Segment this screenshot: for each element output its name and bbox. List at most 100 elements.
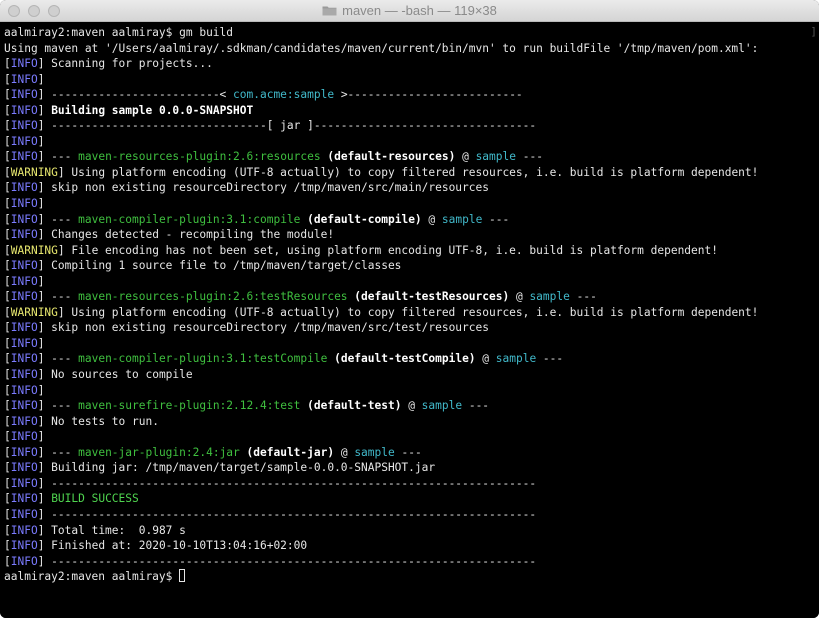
terminal-line: [WARNING] File encoding has not been set… — [4, 243, 815, 259]
terminal-line: [INFO] — [4, 383, 815, 399]
text-cursor — [179, 569, 186, 583]
terminal-line: [INFO] --- maven-compiler-plugin:3.1:com… — [4, 212, 815, 228]
terminal-segment: maven-surefire-plugin:2.12.4:test — [78, 399, 301, 413]
terminal-segment: [ — [4, 492, 11, 506]
terminal-segment: ] Total time: 0.987 s — [37, 523, 186, 537]
terminal-segment: ] Scanning for projects... — [37, 57, 213, 71]
terminal-segment: aalmiray2:maven aalmiray$ gm build — [4, 26, 234, 39]
terminal-segment: [ — [4, 321, 11, 335]
terminal-segment: ] No sources to compile — [37, 368, 193, 382]
terminal-segment: ] --------------------------------------… — [37, 476, 537, 490]
terminal-segment: INFO — [10, 352, 38, 366]
terminal-line: aalmiray2:maven aalmiray$ gm build — [4, 25, 815, 41]
terminal-segment: Building sample 0.0.0-SNAPSHOT — [51, 103, 254, 117]
terminal-segment: INFO — [10, 134, 38, 148]
terminal-segment: [ — [4, 461, 11, 475]
terminal-segment: INFO — [10, 383, 38, 397]
terminal-segment: @ — [334, 445, 355, 459]
window-title: maven — -bash — 119×38 — [342, 3, 497, 18]
terminal-segment: [ — [4, 150, 11, 164]
terminal-segment: ] — [37, 336, 45, 350]
terminal-line: [INFO] ---------------------------------… — [4, 507, 815, 523]
terminal-line: [INFO] Building sample 0.0.0-SNAPSHOT — [4, 103, 815, 119]
terminal-segment: WARNING — [10, 165, 58, 179]
terminal-segment: sample — [354, 445, 395, 459]
window-title-area: maven — -bash — 119×38 — [0, 0, 819, 21]
terminal-segment: [ — [4, 57, 11, 71]
terminal-segment: ] --- — [37, 150, 79, 164]
terminal-segment: INFO — [10, 181, 38, 195]
terminal-content[interactable]: aalmiray2:maven aalmiray$ gm build Using … — [0, 22, 819, 618]
terminal-segment: (default-test) — [307, 399, 402, 413]
terminal-segment: INFO — [10, 539, 38, 553]
title-bar[interactable]: maven — -bash — 119×38 — [0, 0, 819, 22]
terminal-segment: sample — [529, 290, 570, 304]
terminal-line: [INFO] --------------------------------[… — [4, 118, 815, 134]
terminal-segment: (default-testResources) — [354, 290, 510, 304]
terminal-segment: INFO — [10, 212, 38, 226]
terminal-line: [INFO] skip non existing resourceDirecto… — [4, 320, 815, 336]
terminal-segment: [ — [4, 165, 11, 179]
terminal-segment: @ — [401, 399, 422, 413]
terminal-output[interactable]: aalmiray2:maven aalmiray$ gm build Using … — [4, 25, 815, 585]
terminal-segment: ] — [37, 197, 45, 211]
terminal-segment: [ — [4, 352, 11, 366]
terminal-line: [WARNING] Using platform encoding (UTF-8… — [4, 165, 815, 181]
terminal-line: [INFO] — [4, 134, 815, 150]
terminal-segment: INFO — [10, 274, 38, 288]
terminal-segment: [ — [4, 414, 11, 428]
terminal-segment: INFO — [10, 119, 38, 133]
terminal-segment: [ — [4, 197, 11, 211]
terminal-segment: ] Using platform encoding (UTF-8 actuall… — [57, 305, 759, 319]
terminal-line: [INFO] Finished at: 2020-10-10T13:04:16+… — [4, 538, 815, 554]
terminal-segment: [ — [4, 305, 11, 319]
terminal-segment: INFO — [10, 321, 38, 335]
terminal-line: [WARNING] Using platform encoding (UTF-8… — [4, 305, 815, 321]
terminal-segment: ] — [37, 72, 45, 86]
prompt-line[interactable]: aalmiray2:maven aalmiray$ — [4, 569, 815, 585]
terminal-segment: maven-compiler-plugin:3.1:compile — [78, 212, 301, 226]
terminal-segment: ] — [37, 274, 45, 288]
terminal-segment: [ — [4, 88, 11, 102]
terminal-segment: ] --- — [37, 445, 79, 459]
terminal-line: [INFO] --- maven-resources-plugin:2.6:re… — [4, 149, 815, 165]
terminal-segment: Using maven at '/Users/aalmiray/.sdkman/… — [4, 41, 759, 55]
terminal-segment: [ — [4, 368, 11, 382]
terminal-segment: INFO — [10, 336, 38, 350]
terminal-line: [INFO] No sources to compile — [4, 367, 815, 383]
terminal-line: [INFO] ---------------------------------… — [4, 554, 815, 570]
terminal-segment: --- — [462, 399, 490, 413]
terminal-segment: ] --- — [37, 352, 79, 366]
terminal-segment: ] Compiling 1 source file to /tmp/maven/… — [37, 259, 402, 273]
terminal-segment: WARNING — [10, 243, 58, 257]
terminal-segment: ] skip non existing resourceDirectory /t… — [37, 181, 489, 195]
terminal-segment: >-------------------------- — [334, 88, 523, 102]
terminal-segment: [ — [4, 228, 11, 242]
terminal-segment: @ — [509, 290, 530, 304]
terminal-line: [INFO] — [4, 336, 815, 352]
terminal-segment: ] --------------------------------------… — [37, 507, 537, 521]
terminal-segment: INFO — [10, 507, 38, 521]
terminal-segment: [ — [4, 119, 11, 133]
terminal-segment: --- — [482, 212, 510, 226]
terminal-segment: INFO — [10, 399, 38, 413]
terminal-segment: INFO — [10, 523, 38, 537]
terminal-segment: maven-resources-plugin:2.6:testResources — [78, 290, 348, 304]
terminal-segment: [ — [4, 274, 11, 288]
scroll-edge-marker: ] — [810, 25, 817, 38]
terminal-segment: ] — [37, 430, 45, 444]
terminal-segment: [ — [4, 507, 11, 521]
terminal-line: Using maven at '/Users/aalmiray/.sdkman/… — [4, 41, 815, 57]
terminal-line: [INFO] — [4, 429, 815, 445]
terminal-segment: ] File encoding has not been set, using … — [57, 243, 718, 257]
terminal-segment: [ — [4, 476, 11, 490]
terminal-segment: INFO — [10, 430, 38, 444]
terminal-segment: sample — [495, 352, 537, 366]
terminal-segment: [ — [4, 72, 11, 86]
terminal-segment: ] Building jar: /tmp/maven/target/sample… — [37, 461, 436, 475]
terminal-segment: maven-compiler-plugin:3.1:testCompile — [78, 352, 328, 366]
terminal-segment: [ — [4, 539, 11, 553]
terminal-segment: sample — [441, 212, 483, 226]
terminal-line: [INFO] Building jar: /tmp/maven/target/s… — [4, 460, 815, 476]
terminal-line: [INFO] --- maven-resources-plugin:2.6:te… — [4, 289, 815, 305]
